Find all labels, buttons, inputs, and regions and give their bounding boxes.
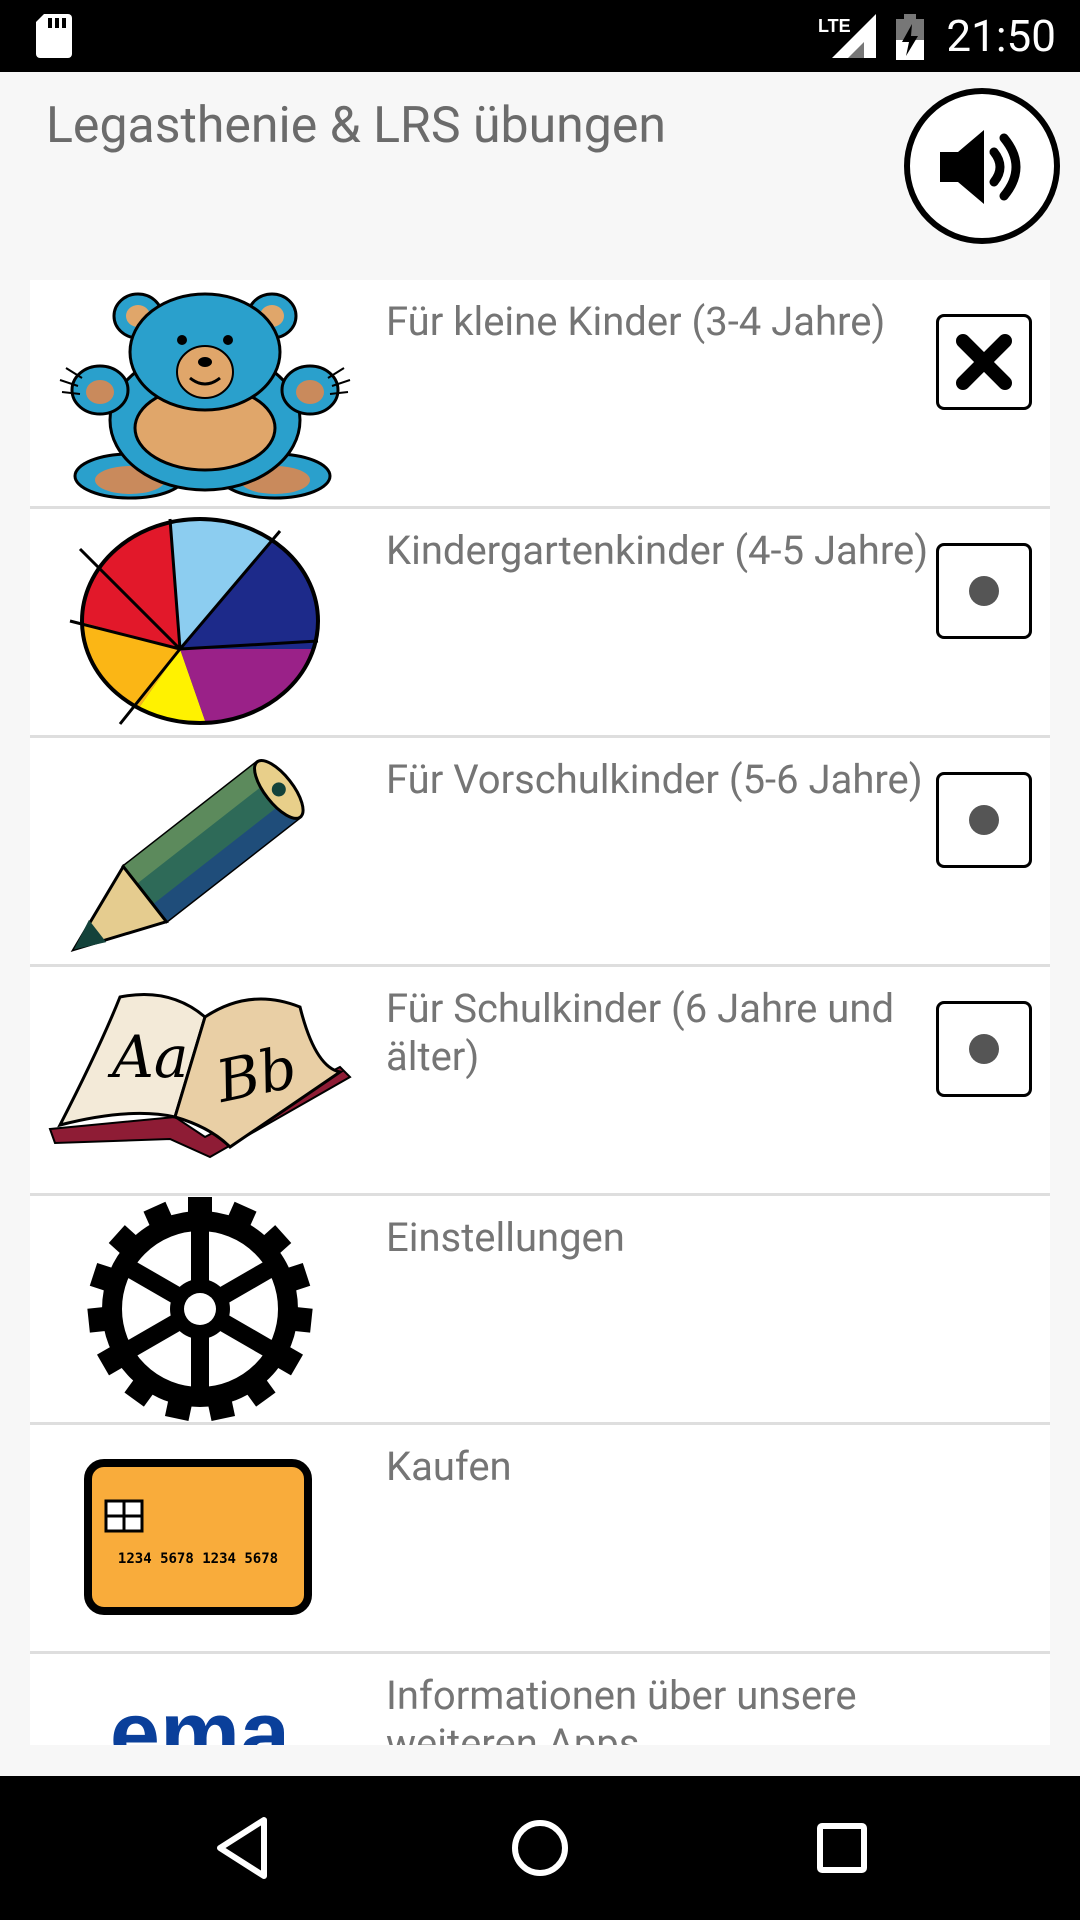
menu-item-label: Für Vorschulkinder (5-6 Jahre): [386, 756, 923, 803]
home-icon[interactable]: [510, 1814, 570, 1882]
age-group-checkbox[interactable]: [936, 314, 1032, 410]
menu-item-label: Einstellungen: [386, 1214, 625, 1261]
menu-item-label: Für Schulkinder (6 Jahre und älter): [386, 985, 895, 1080]
unselected-dot-icon: [969, 576, 999, 606]
credit-card-icon: 1234 5678 1234 5678: [84, 1459, 312, 1615]
menu-item-kaufen[interactable]: 1234 5678 1234 5678 Kaufen: [30, 1425, 1050, 1654]
status-time: 21:50: [946, 10, 1056, 62]
pencil-icon: [70, 759, 305, 953]
sound-toggle-button[interactable]: [904, 88, 1060, 244]
sd-card-icon: [36, 14, 72, 58]
menu-item-vorschulkinder[interactable]: Für Vorschulkinder (5-6 Jahre): [30, 738, 1050, 967]
book-icon: Aa Bb: [48, 993, 352, 1159]
menu-item-label: Informationen über unsere weiteren Apps: [386, 1672, 857, 1745]
navigation-bar: [0, 1776, 1080, 1920]
menu-item-einstellungen[interactable]: Einstellungen: [30, 1196, 1050, 1425]
recent-apps-icon[interactable]: [812, 1814, 872, 1882]
age-group-checkbox[interactable]: [936, 772, 1032, 868]
page-title: Legasthenie & LRS übungen: [46, 97, 666, 155]
unselected-dot-icon: [969, 1034, 999, 1064]
menu-item-label: Für kleine Kinder (3-4 Jahre): [386, 298, 886, 345]
svg-text:LTE: LTE: [818, 16, 851, 36]
age-group-checkbox[interactable]: [936, 1001, 1032, 1097]
svg-text:Aa: Aa: [107, 1023, 188, 1091]
unselected-dot-icon: [969, 805, 999, 835]
svg-text:ema: ema: [110, 1684, 291, 1745]
menu-item-kindergarten[interactable]: Kindergartenkinder (4-5 Jahre): [30, 509, 1050, 738]
card-number-text: 1234 5678 1234 5678: [118, 1551, 278, 1567]
lte-signal-icon: LTE: [818, 14, 876, 58]
menu-item-weitere-apps[interactable]: ema Informationen über unsere weiteren A…: [30, 1654, 1050, 1745]
speaker-icon: [940, 130, 1021, 204]
gear-icon: [87, 1197, 313, 1422]
menu-item-schulkinder[interactable]: Aa Bb Für Schulkinder (6 Jahre und älter…: [30, 967, 1050, 1196]
menu-item-label: Kaufen: [386, 1443, 512, 1490]
menu-item-kleine-kinder[interactable]: Für kleine Kinder (3-4 Jahre): [30, 280, 1050, 509]
menu-list: Für kleine Kinder (3-4 Jahre) Kindergart…: [30, 280, 1050, 1745]
age-group-checkbox[interactable]: [936, 543, 1032, 639]
close-icon: [956, 334, 1012, 390]
status-bar: LTE 21:50: [0, 0, 1080, 72]
ema-logo-icon: ema: [110, 1684, 291, 1745]
battery-charging-icon: [896, 14, 924, 60]
back-icon[interactable]: [212, 1814, 272, 1882]
ball-icon: [69, 517, 320, 725]
menu-item-label: Kindergartenkinder (4-5 Jahre): [386, 527, 929, 574]
teddy-bear-icon: [59, 292, 351, 500]
